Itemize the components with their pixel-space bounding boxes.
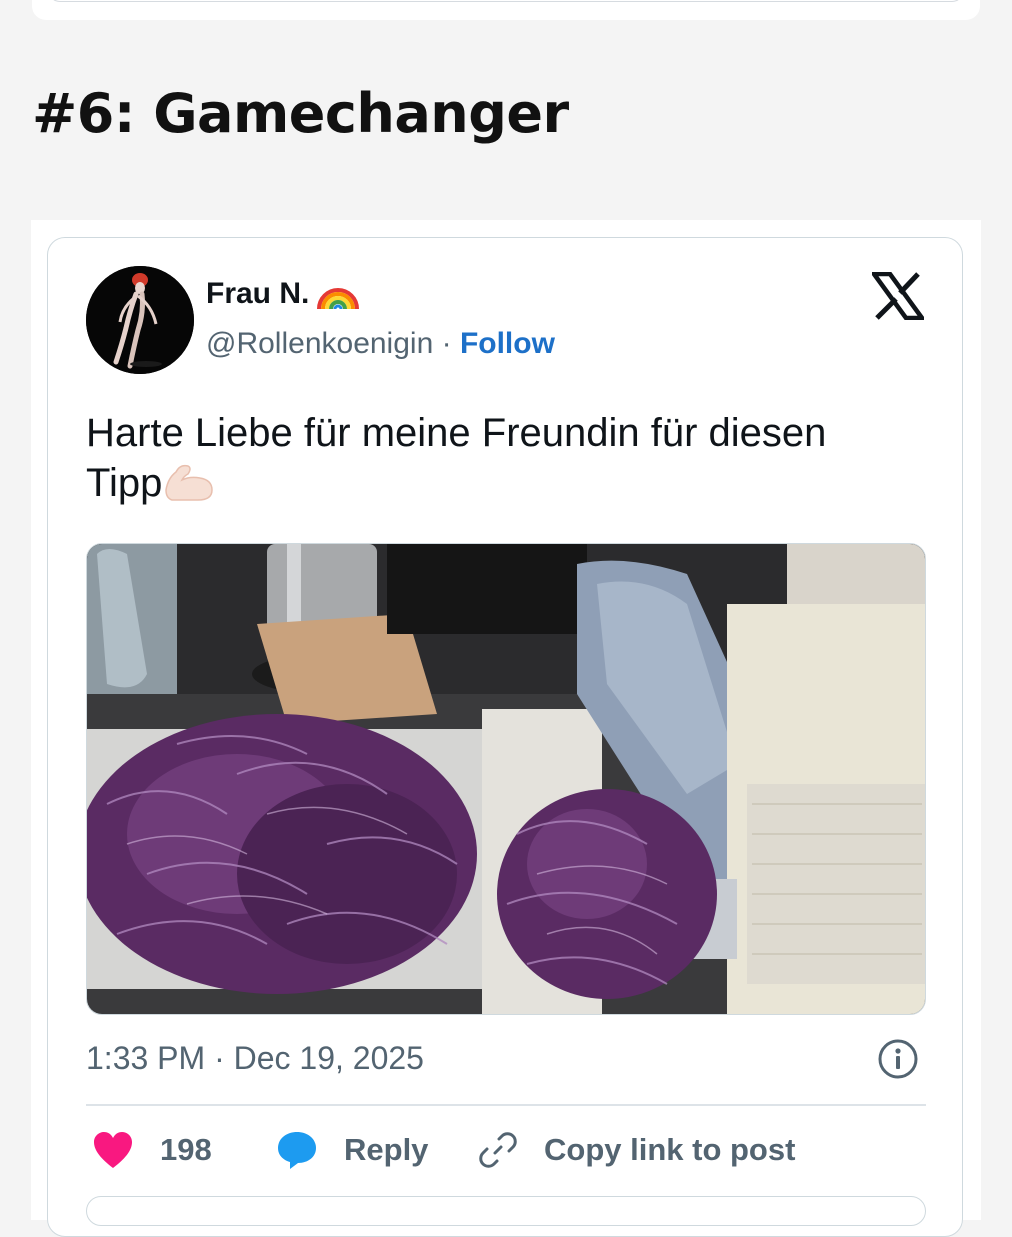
x-logo-icon[interactable] (869, 271, 927, 321)
tweet-timestamp[interactable]: 1:33 PM · Dec 19, 2025 (86, 1040, 424, 1077)
section-heading: #6: Gamechanger (32, 82, 569, 145)
avatar-image (86, 266, 194, 374)
tweet-text-block: Harte Liebe für meine Freundin für diese… (86, 408, 906, 508)
previous-embed-card (32, 0, 980, 20)
reply-label: Reply (344, 1132, 429, 1167)
flexed-biceps-icon (162, 460, 218, 502)
avatar[interactable] (86, 266, 194, 374)
handle-row: @Rollenkoenigin · Follow (206, 327, 555, 361)
reply-button[interactable]: Reply (276, 1130, 428, 1170)
previous-embed-border (48, 0, 964, 2)
follow-button[interactable]: Follow (460, 327, 555, 360)
like-count: 198 (160, 1132, 212, 1167)
author-handle[interactable]: @Rollenkoenigin (206, 327, 433, 360)
heart-icon (94, 1132, 132, 1168)
author-name[interactable]: Frau N. (206, 277, 309, 311)
separator: · (433, 327, 460, 360)
rainbow-icon (315, 277, 361, 311)
red-cabbage-slicer-photo (87, 544, 925, 1014)
link-icon (479, 1132, 517, 1168)
like-button[interactable]: 198 (92, 1130, 212, 1170)
info-icon[interactable] (877, 1038, 919, 1080)
read-replies-button[interactable] (86, 1196, 926, 1226)
speech-bubble-icon (278, 1132, 316, 1169)
copy-link-label: Copy link to post (544, 1132, 796, 1167)
divider (86, 1104, 926, 1106)
tweet-photo[interactable] (86, 543, 926, 1015)
author-name-row[interactable]: Frau N. (206, 277, 361, 311)
copy-link-button[interactable]: Copy link to post (478, 1130, 795, 1170)
